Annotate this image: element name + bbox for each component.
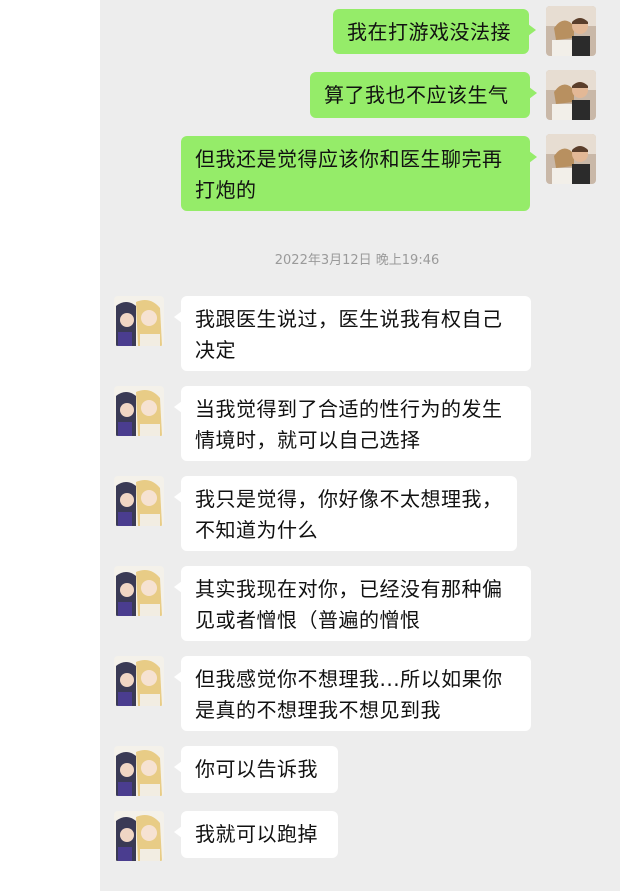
contact-avatar[interactable] [114,476,164,526]
incoming-message-4[interactable]: 其实我现在对你，已经没有那种偏 见或者憎恨（普遍的憎恨 [174,566,531,641]
contact-avatar[interactable] [114,811,164,861]
incoming-message-5[interactable]: 但我感觉你不想理我...所以如果你 是真的不想理我不想见到我 [174,656,531,731]
incoming-message-6[interactable]: 你可以告诉我 [174,746,338,793]
outgoing-message-1[interactable]: 我在打游戏没法接 [333,9,536,54]
my-avatar[interactable] [546,70,596,120]
outgoing-message-3[interactable]: 但我还是觉得应该你和医生聊完再 打炮的 [181,136,537,211]
incoming-message-7[interactable]: 我就可以跑掉 [174,811,338,858]
incoming-message-2[interactable]: 当我觉得到了合适的性行为的发生 情境时，就可以自己选择 [174,386,531,461]
my-avatar[interactable] [546,134,596,184]
contact-avatar[interactable] [114,656,164,706]
outgoing-message-2[interactable]: 算了我也不应该生气 [310,72,537,118]
chat-screen: 我在打游戏没法接 算了我也不应该生气 但我还是觉得应该你和医生聊完再 打炮的 2… [100,0,620,891]
contact-avatar[interactable] [114,746,164,796]
incoming-message-1[interactable]: 我跟医生说过，医生说我有权自己 决定 [174,296,531,371]
message-timestamp: 2022年3月12日 晚上19:46 [274,253,440,268]
contact-avatar[interactable] [114,296,164,346]
contact-avatar[interactable] [114,566,164,616]
my-avatar[interactable] [546,6,596,56]
contact-avatar[interactable] [114,386,164,436]
incoming-message-3[interactable]: 我只是觉得，你好像不太想理我， 不知道为什么 [174,476,517,551]
